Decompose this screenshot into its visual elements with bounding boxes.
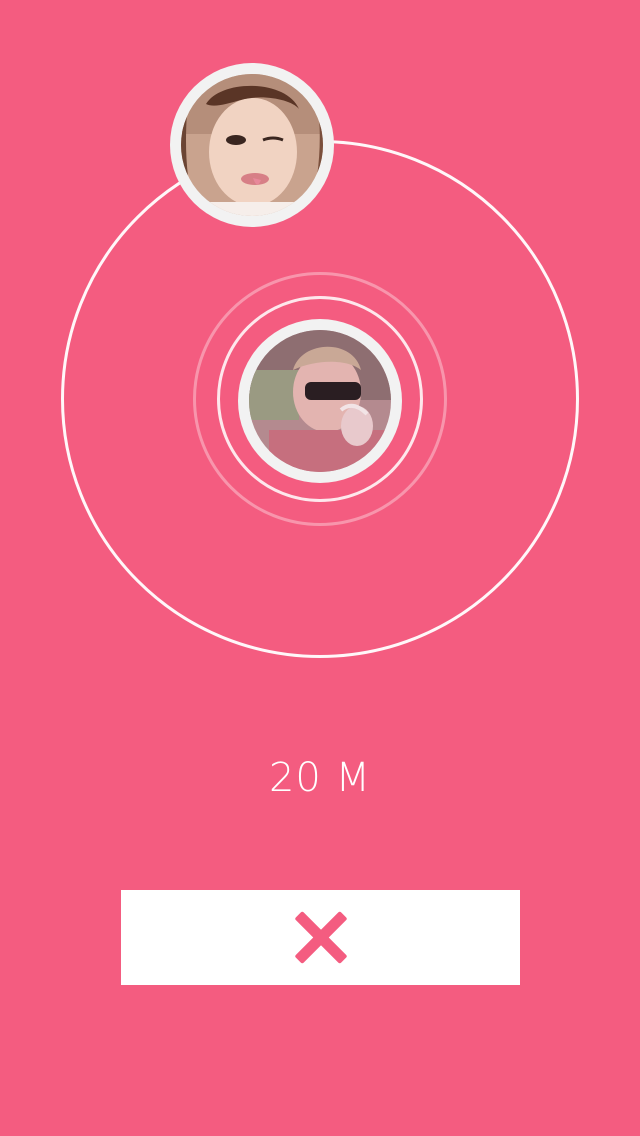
close-icon (291, 908, 351, 968)
match-photo (181, 74, 323, 216)
radar-screen: 20 M (0, 0, 640, 1136)
cancel-button[interactable] (121, 890, 520, 985)
self-photo (249, 330, 391, 472)
distance-label: 20 M (268, 755, 372, 801)
self-avatar[interactable] (238, 319, 402, 483)
match-avatar[interactable] (170, 63, 334, 227)
